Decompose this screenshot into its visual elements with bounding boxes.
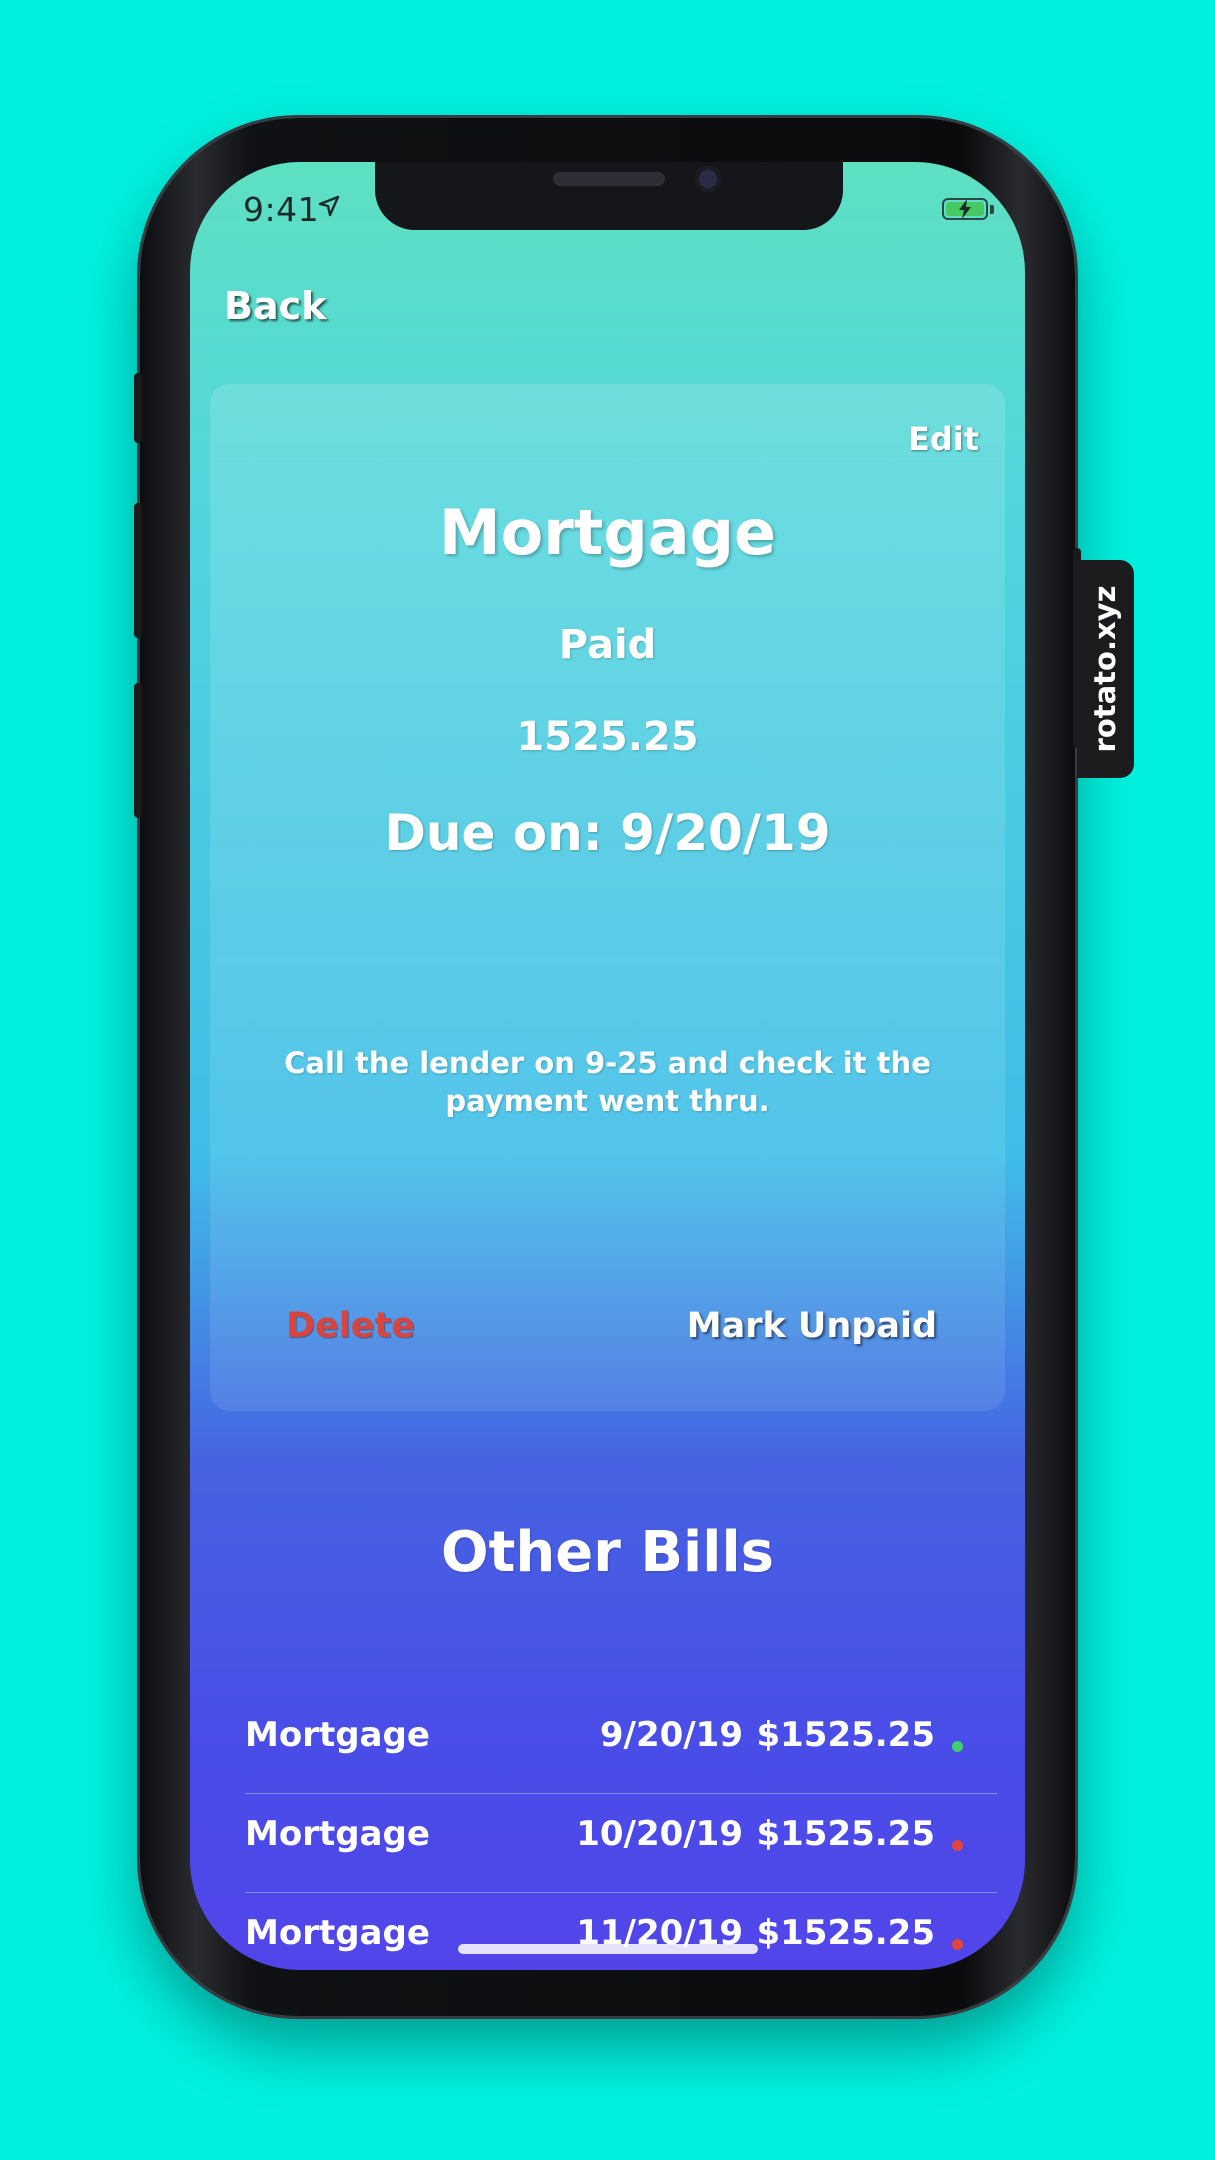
bill-detail-card: Edit Mortgage Paid 1525.25 Due on: 9/20/… xyxy=(210,384,1005,1411)
bill-row[interactable]: Mortgage 11/20/19 $1525.25 xyxy=(245,1893,997,1970)
bill-amount: 1525.25 xyxy=(516,714,699,760)
bill-note: Call the lender on 9-25 and check it the… xyxy=(284,1046,931,1118)
unpaid-status-dot xyxy=(952,1939,963,1950)
app-screen: 9:41 Back Edit Mortgage Paid 1525.25 Due… xyxy=(190,162,1025,1970)
back-button[interactable]: Back xyxy=(224,284,326,328)
volume-up-button xyxy=(134,503,142,638)
status-time: 9:41 xyxy=(243,190,320,229)
bill-row-name: Mortgage xyxy=(245,1814,430,1854)
bill-title: Mortgage xyxy=(438,496,777,569)
other-bills-heading: Other Bills xyxy=(441,1520,774,1585)
delete-button[interactable]: Delete xyxy=(286,1306,415,1346)
bill-due-date: Due on: 9/20/19 xyxy=(384,804,831,862)
bill-row-date: 9/20/19 xyxy=(599,1715,743,1755)
bill-row-date: 10/20/19 xyxy=(576,1814,743,1854)
other-bills-list: Mortgage 9/20/19 $1525.25 Mortgage 10/20… xyxy=(245,1695,997,1970)
edit-button[interactable]: Edit xyxy=(908,420,979,458)
speaker xyxy=(553,172,665,186)
bill-row[interactable]: Mortgage 9/20/19 $1525.25 xyxy=(245,1695,997,1794)
unpaid-status-dot xyxy=(952,1840,963,1851)
bill-row-name: Mortgage xyxy=(245,1913,430,1953)
battery-tip xyxy=(990,205,994,214)
location-arrow-icon xyxy=(318,195,340,217)
silent-switch xyxy=(134,373,142,443)
home-indicator[interactable] xyxy=(458,1944,758,1954)
bill-row-amount: $1525.25 xyxy=(756,1814,935,1854)
front-camera xyxy=(695,166,721,192)
notch xyxy=(375,162,843,230)
bill-row[interactable]: Mortgage 10/20/19 $1525.25 xyxy=(245,1794,997,1893)
paid-status-dot xyxy=(952,1741,963,1752)
rotato-watermark: rotato.xyz xyxy=(1077,560,1134,778)
mark-unpaid-button[interactable]: Mark Unpaid xyxy=(687,1306,937,1346)
volume-down-button xyxy=(134,683,142,818)
bill-row-amount: $1525.25 xyxy=(756,1715,935,1755)
bill-row-amount: $1525.25 xyxy=(756,1913,935,1953)
charging-bolt-icon xyxy=(959,199,971,219)
watermark-text: rotato.xyz xyxy=(1088,585,1122,753)
bill-status: Paid xyxy=(558,622,657,668)
bill-row-name: Mortgage xyxy=(245,1715,430,1755)
